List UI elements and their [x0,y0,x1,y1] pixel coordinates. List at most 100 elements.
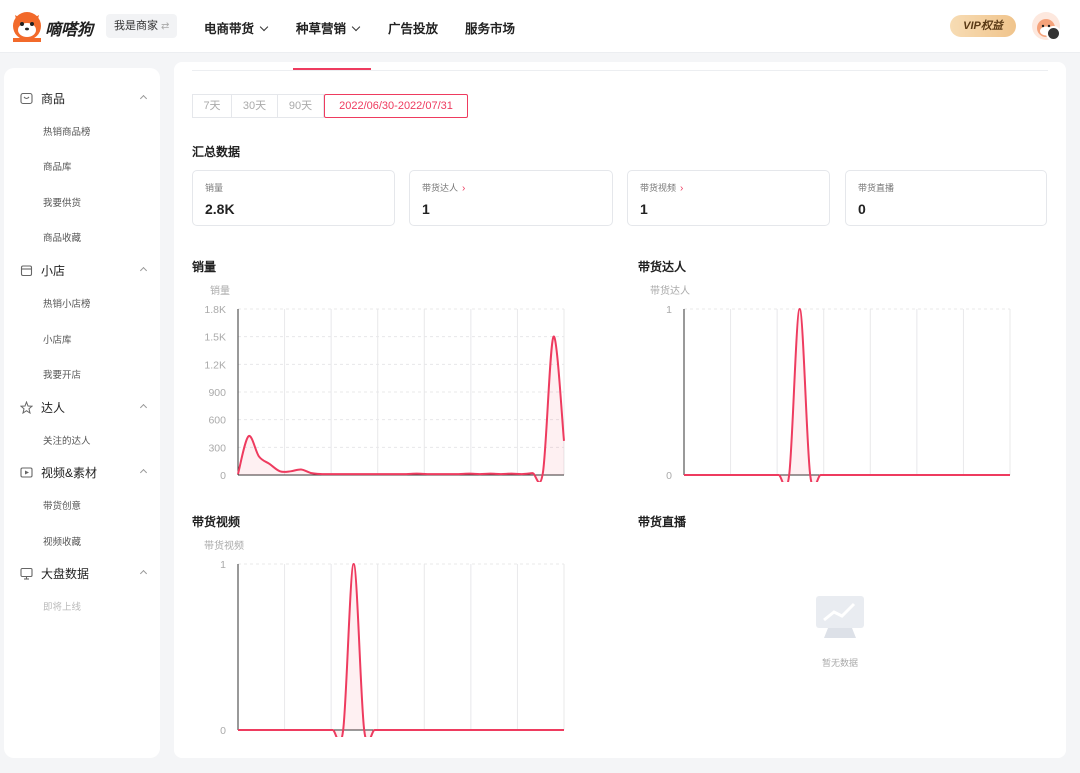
chevron-up-icon[interactable] [139,266,148,275]
series-area [684,309,1010,482]
y-axis-label: 带货达人 [650,284,690,297]
sidebar-item-shop-library[interactable]: 小店库 [43,332,72,346]
top-header: 嘀嗒狗 我是商家 ⇄ 电商带货 种草营销 广告投放 服务市场 VIP权益 [0,0,1080,53]
card-label: 带货达人 › [422,181,465,194]
y-tick-label: 1.2K [204,359,226,371]
chevron-right-icon: › [462,183,466,194]
nav-label: 服务市场 [465,22,516,36]
chart-title-sales: 销量 [192,260,217,274]
chart-title-live: 带货直播 [638,515,687,529]
sidebar-section-video[interactable]: 视频&素材 [20,464,97,481]
summary-card-influencers[interactable]: 带货达人 › 1 [409,170,613,226]
monitor-icon [20,567,33,580]
sidebar-item-followed[interactable]: 关注的达人 [43,433,91,447]
custom-date-range[interactable]: 2022/06/30-2022/07/31 [324,94,468,118]
y-tick-label: 300 [208,442,226,454]
chart-title-videos: 带货视频 [192,515,241,529]
sidebar-item-hot-goods[interactable]: 热销商品榜 [43,124,91,138]
nav-label: 广告投放 [388,22,439,36]
card-label: 带货视频 › [640,181,683,194]
range-90-days[interactable]: 90天 [277,94,324,118]
sidebar-section-label: 达人 [41,401,66,415]
sales-line-chart: 销量 0 300 600 900 1.2K 1.5K 1.8K [204,284,565,482]
card-value: 1 [640,201,648,217]
camera-badge-icon [1046,26,1061,41]
series-line [238,562,564,737]
influencer-line-chart: 带货达人 0 1 [650,284,1011,482]
y-tick-label: 1 [220,559,226,571]
sidebar-section-label: 视频&素材 [41,466,98,480]
card-value: 2.8K [205,201,235,217]
sidebar-item-goods-library[interactable]: 商品库 [43,159,72,173]
y-tick-label: 900 [208,387,226,399]
summary-title: 汇总数据 [192,145,241,159]
card-value: 0 [858,201,866,217]
sidebar-section-shop[interactable]: 小店 [20,262,65,279]
y-tick-label: 1.5K [204,332,226,344]
dog-logo-icon[interactable] [10,9,44,43]
card-value: 1 [422,201,430,217]
main-panel: 7天 30天 90天 2022/06/30-2022/07/31 汇总数据 销量… [174,62,1066,758]
nav-label: 电商带货 [204,22,255,36]
summary-card-sales: 销量 2.8K [192,170,395,226]
video-line-chart: 带货视频 0 1 [204,539,565,737]
chevron-down-icon [259,22,269,32]
card-label: 销量 [205,183,224,193]
sidebar-section-market-data[interactable]: 大盘数据 [20,565,89,582]
y-tick-label: 600 [208,415,226,427]
sidebar: 商品 热销商品榜 商品库 我要供货 商品收藏 小店 热销小店榜 小店库 我要开店… [4,68,160,758]
tab-divider [192,70,1048,71]
range-7-days[interactable]: 7天 [192,94,232,118]
nav-service-market[interactable]: 服务市场 [465,18,515,37]
sidebar-section-goods[interactable]: 商品 [20,90,65,107]
y-tick-label: 0 [666,470,672,482]
empty-state-text: 暂无数据 [821,658,858,668]
vip-benefits-button[interactable]: VIP权益 [950,15,1016,37]
sidebar-section-label: 小店 [41,264,66,278]
sidebar-item-coming-soon: 即将上线 [43,602,82,613]
sidebar-section-label: 商品 [41,92,66,106]
series-area [238,336,564,482]
star-icon [20,401,33,414]
sidebar-section-label: 大盘数据 [41,567,90,581]
chart-title-influencers: 带货达人 [638,260,687,274]
y-tick-label: 1 [666,304,672,316]
card-label-text: 带货达人 [422,183,459,193]
sidebar-item-creative[interactable]: 带货创意 [43,498,81,512]
chevron-up-icon[interactable] [139,468,148,477]
series-line [237,335,565,482]
active-tab-indicator [293,68,371,70]
merchant-switch[interactable]: 我是商家 ⇄ [106,14,178,38]
sidebar-section-influencer[interactable]: 达人 [20,399,65,416]
chevron-up-icon[interactable] [139,94,148,103]
y-tick-label: 0 [220,725,226,737]
nav-label: 种草营销 [296,22,347,36]
empty-chart-icon [814,594,866,647]
nav-ecommerce[interactable]: 电商带货 [204,18,269,37]
chevron-right-icon: › [680,183,684,194]
sidebar-item-hot-shops[interactable]: 热销小店榜 [43,296,91,310]
series-line [684,307,1010,482]
merchant-label: 我是商家 [114,20,158,32]
sidebar-item-video-favorites[interactable]: 视频收藏 [43,534,81,548]
chevron-up-icon[interactable] [139,403,148,412]
summary-card-live: 带货直播 0 [845,170,1047,226]
nav-ads[interactable]: 广告投放 [388,18,438,37]
chevron-up-icon[interactable] [139,569,148,578]
series-area [238,564,564,737]
range-30-days[interactable]: 30天 [231,94,278,118]
nav-seeding[interactable]: 种草营销 [296,18,361,37]
y-tick-label: 1.8K [204,304,226,316]
sidebar-item-goods-favorites[interactable]: 商品收藏 [43,230,81,244]
sidebar-item-open-shop[interactable]: 我要开店 [43,367,81,381]
card-label: 带货直播 [858,183,895,193]
brand-name[interactable]: 嘀嗒狗 [45,16,93,40]
sidebar-item-supply[interactable]: 我要供货 [43,195,81,209]
video-icon [20,467,33,478]
summary-card-videos[interactable]: 带货视频 › 1 [627,170,830,226]
box-icon [20,92,33,105]
shop-icon [20,265,33,277]
y-axis-label: 带货视频 [204,539,244,552]
card-label-text: 带货视频 [640,183,677,193]
chevron-down-icon [351,22,361,32]
